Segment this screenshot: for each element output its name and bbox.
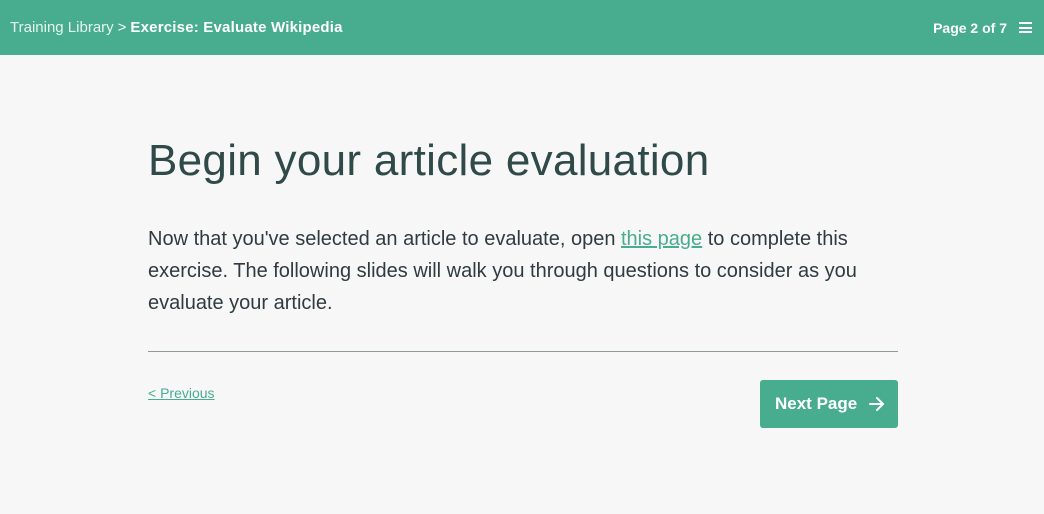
previous-link[interactable]: < Previous <box>148 385 215 401</box>
body-paragraph: Now that you've selected an article to e… <box>148 223 898 319</box>
this-page-link[interactable]: this page <box>621 228 702 250</box>
breadcrumb-current-page: Exercise: Evaluate Wikipedia <box>130 19 343 36</box>
next-page-label: Next Page <box>775 394 858 413</box>
top-bar: Training Library > Exercise: Evaluate Wiki… <box>0 0 1044 55</box>
divider <box>148 351 898 352</box>
breadcrumb: Training Library > Exercise: Evaluate Wiki… <box>10 19 343 37</box>
breadcrumb-separator: > <box>117 19 127 36</box>
page-title: Begin your article evaluation <box>148 136 710 185</box>
hamburger-menu-icon[interactable] <box>1019 22 1032 33</box>
body-text-before-link: Now that you've selected an article to e… <box>148 228 621 250</box>
page-indicator: Page 2 of 7 <box>933 20 1007 36</box>
arrow-right-icon <box>869 397 884 411</box>
breadcrumb-training-library-link[interactable]: Training Library <box>10 19 114 36</box>
next-page-button[interactable]: Next Page <box>760 380 898 428</box>
